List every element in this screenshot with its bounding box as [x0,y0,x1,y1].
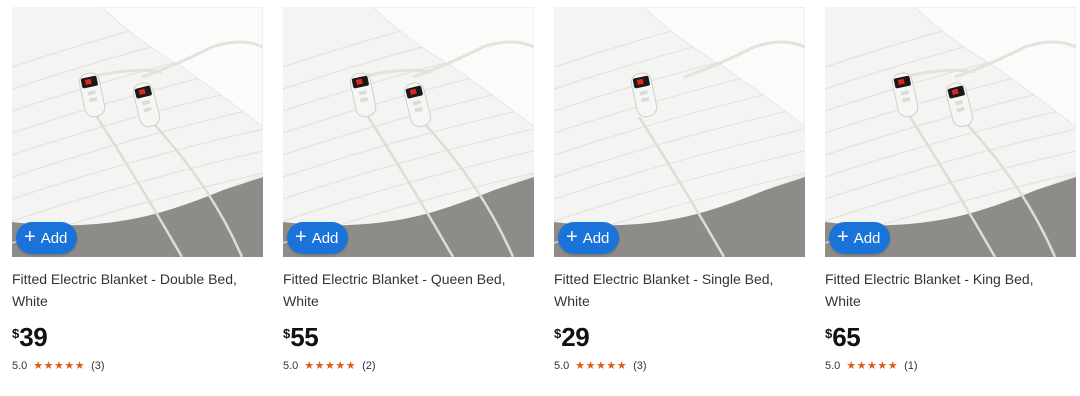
product-card[interactable]: + Add Fitted Electric Blanket - Double B… [12,7,263,372]
review-count: (1) [904,359,918,372]
product-title-line: Fitted Electric Blanket - King Bed, [825,271,1034,287]
product-rating[interactable]: 5.0 ★★★★★ (2) [283,359,534,373]
product-photo [554,7,805,257]
product-title-line: Fitted Electric Blanket - Double Bed, [12,271,237,287]
product-photo [12,7,263,257]
product-title[interactable]: Fitted Electric Blanket - Queen Bed, Whi… [283,268,531,312]
price-amount: 29 [561,322,590,352]
product-title[interactable]: Fitted Electric Blanket - Single Bed, Wh… [554,268,802,312]
product-card[interactable]: + Add Fitted Electric Blanket - King Bed… [825,7,1076,372]
price-currency: $ [283,326,291,341]
product-title[interactable]: Fitted Electric Blanket - Double Bed, Wh… [12,268,260,312]
add-button-label: Add [853,229,881,247]
review-count: (3) [633,359,647,372]
add-to-cart-button[interactable]: + Add [829,222,891,254]
product-title-line: White [825,293,861,309]
product-grid: + Add Fitted Electric Blanket - Double B… [0,0,1080,396]
rating-score: 5.0 [283,359,299,372]
add-button-label: Add [311,229,339,247]
product-image[interactable]: + Add [12,7,263,257]
product-title-line: White [283,293,319,309]
star-rating-icon: ★★★★★ [575,360,628,372]
plus-icon: + [295,226,307,248]
price-currency: $ [554,326,562,341]
rating-score: 5.0 [554,359,570,372]
star-rating-icon: ★★★★★ [33,360,86,372]
review-count: (3) [91,359,105,372]
product-price: $ 55 [283,324,534,350]
product-card[interactable]: + Add Fitted Electric Blanket - Queen Be… [283,7,534,372]
star-rating-icon: ★★★★★ [304,360,357,372]
product-title-line: White [12,293,48,309]
plus-icon: + [837,226,849,248]
add-to-cart-button[interactable]: + Add [16,222,78,254]
product-rating[interactable]: 5.0 ★★★★★ (3) [554,359,805,373]
product-card[interactable]: + Add Fitted Electric Blanket - Single B… [554,7,805,372]
product-photo [283,7,534,257]
product-title-line: White [554,293,590,309]
product-rating[interactable]: 5.0 ★★★★★ (1) [825,359,1076,373]
product-rating[interactable]: 5.0 ★★★★★ (3) [12,359,263,373]
product-title-line: Fitted Electric Blanket - Single Bed, [554,271,774,287]
price-currency: $ [12,326,20,341]
product-photo [825,7,1076,257]
add-to-cart-button[interactable]: + Add [558,222,620,254]
product-price: $ 39 [12,324,263,350]
price-amount: 39 [19,322,48,352]
price-currency: $ [825,326,833,341]
product-image[interactable]: + Add [283,7,534,257]
plus-icon: + [24,226,36,248]
price-amount: 65 [832,322,861,352]
review-count: (2) [362,359,376,372]
star-rating-icon: ★★★★★ [846,360,899,372]
product-image[interactable]: + Add [825,7,1076,257]
price-amount: 55 [290,322,319,352]
add-to-cart-button[interactable]: + Add [287,222,349,254]
product-image[interactable]: + Add [554,7,805,257]
rating-score: 5.0 [12,359,28,372]
product-title-line: Fitted Electric Blanket - Queen Bed, [283,271,506,287]
plus-icon: + [566,226,578,248]
rating-score: 5.0 [825,359,841,372]
product-price: $ 65 [825,324,1076,350]
product-title[interactable]: Fitted Electric Blanket - King Bed, Whit… [825,268,1073,312]
add-button-label: Add [582,229,610,247]
add-button-label: Add [40,229,68,247]
product-price: $ 29 [554,324,805,350]
